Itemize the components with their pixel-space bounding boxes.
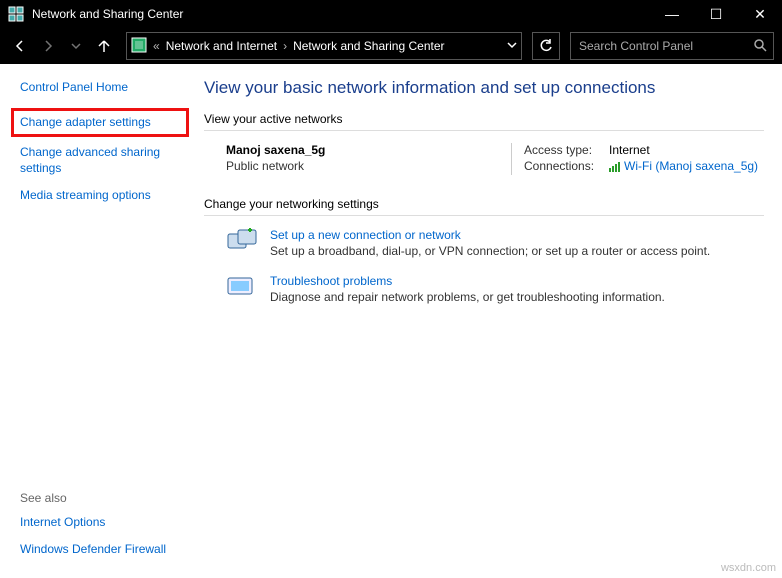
- breadcrumb-sep-icon: «: [153, 39, 160, 53]
- setup-connection-desc: Set up a broadband, dial-up, or VPN conn…: [270, 244, 710, 258]
- refresh-button[interactable]: [532, 32, 560, 60]
- address-bar[interactable]: « Network and Internet › Network and Sha…: [126, 32, 522, 60]
- address-dropdown-icon[interactable]: [507, 39, 517, 53]
- sidebar-internet-options[interactable]: Internet Options: [20, 515, 186, 531]
- connection-name: Wi-Fi (Manoj saxena_5g): [624, 159, 758, 173]
- active-networks-label: View your active networks: [204, 112, 764, 126]
- wifi-signal-icon: [609, 162, 620, 172]
- control-panel-icon: [131, 37, 147, 56]
- close-button[interactable]: ✕: [738, 0, 782, 28]
- see-also-label: See also: [20, 491, 186, 505]
- maximize-button[interactable]: ☐: [694, 0, 738, 28]
- sidebar-firewall[interactable]: Windows Defender Firewall: [20, 542, 186, 558]
- access-type-label: Access type:: [524, 143, 609, 157]
- setup-connection-icon: [226, 228, 258, 252]
- divider: [204, 130, 764, 131]
- connections-label: Connections:: [524, 159, 609, 173]
- network-name: Manoj saxena_5g: [226, 143, 511, 157]
- troubleshoot-desc: Diagnose and repair network problems, or…: [270, 290, 665, 304]
- recent-dropdown[interactable]: [64, 34, 88, 58]
- divider: [204, 215, 764, 216]
- setup-connection-item[interactable]: Set up a new connection or network Set u…: [226, 228, 764, 258]
- nav-bar: « Network and Internet › Network and Sha…: [0, 28, 782, 64]
- sidebar-home[interactable]: Control Panel Home: [20, 80, 186, 96]
- sidebar-change-adapter[interactable]: Change adapter settings: [20, 115, 180, 131]
- sidebar-media-streaming[interactable]: Media streaming options: [20, 188, 186, 204]
- highlight-box: Change adapter settings: [11, 108, 189, 138]
- main-content: View your basic network information and …: [200, 64, 782, 578]
- breadcrumb-level1[interactable]: Network and Internet: [166, 39, 277, 53]
- active-network-row: Manoj saxena_5g Public network Access ty…: [226, 143, 764, 175]
- up-button[interactable]: [92, 34, 116, 58]
- forward-button[interactable]: [36, 34, 60, 58]
- title-bar: Network and Sharing Center — ☐ ✕: [0, 0, 782, 28]
- search-box[interactable]: [570, 32, 774, 60]
- sidebar: Control Panel Home Change adapter settin…: [0, 64, 200, 578]
- setup-connection-title: Set up a new connection or network: [270, 228, 710, 242]
- page-heading: View your basic network information and …: [204, 78, 764, 98]
- troubleshoot-title: Troubleshoot problems: [270, 274, 665, 288]
- troubleshoot-item[interactable]: Troubleshoot problems Diagnose and repai…: [226, 274, 764, 304]
- connection-link[interactable]: Wi-Fi (Manoj saxena_5g): [609, 159, 758, 173]
- breadcrumb-level2[interactable]: Network and Sharing Center: [293, 39, 444, 53]
- search-icon[interactable]: [753, 38, 767, 55]
- change-settings-label: Change your networking settings: [204, 197, 764, 211]
- window-title: Network and Sharing Center: [32, 7, 650, 21]
- back-button[interactable]: [8, 34, 32, 58]
- minimize-button[interactable]: —: [650, 0, 694, 28]
- sidebar-advanced-sharing[interactable]: Change advanced sharing settings: [20, 145, 186, 176]
- app-icon: [8, 6, 24, 22]
- troubleshoot-icon: [226, 274, 258, 298]
- chevron-right-icon: ›: [283, 39, 287, 53]
- watermark: wsxdn.com: [721, 562, 776, 574]
- search-input[interactable]: [577, 38, 753, 54]
- access-type-value: Internet: [609, 143, 650, 157]
- network-type: Public network: [226, 159, 511, 173]
